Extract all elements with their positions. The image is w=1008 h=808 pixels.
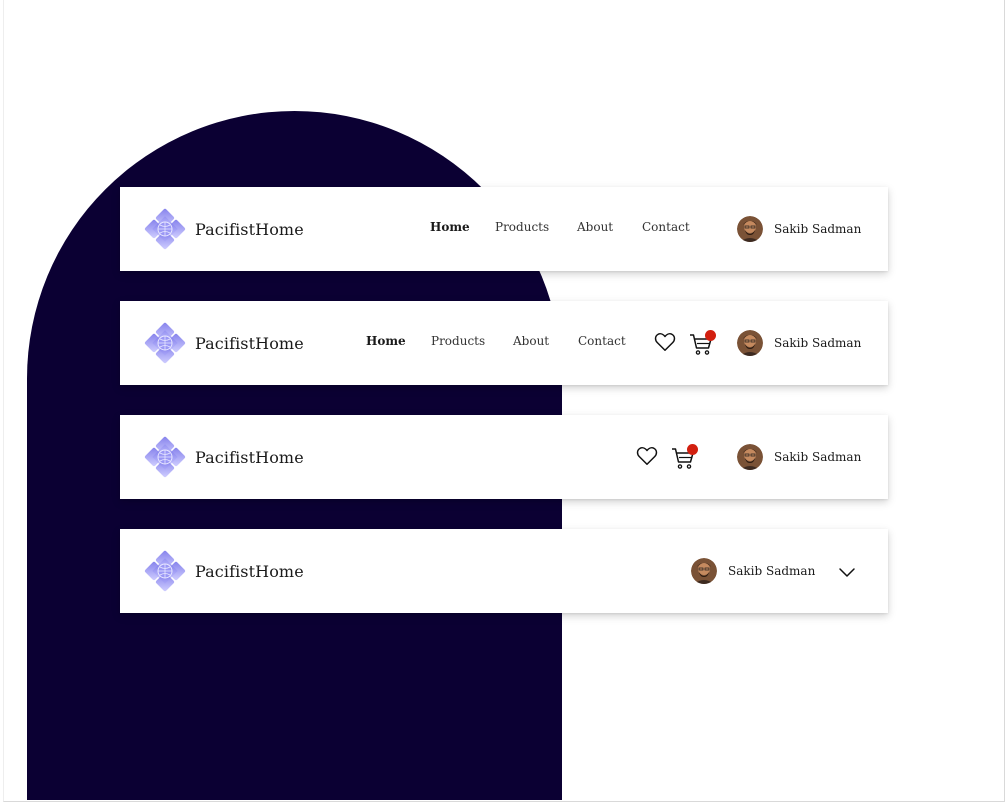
navbar-variant-3: PacifistHome Sakib Sadman	[120, 415, 888, 499]
brand[interactable]: PacifistHome	[144, 436, 304, 478]
user-name: Sakib Sadman	[774, 450, 862, 464]
lotus-logo-icon	[144, 322, 186, 364]
lotus-logo-icon	[144, 436, 186, 478]
cart-badge	[687, 444, 698, 455]
nav-link-about[interactable]: About	[577, 220, 613, 234]
brand[interactable]: PacifistHome	[144, 322, 304, 364]
cart-button[interactable]	[689, 329, 717, 357]
user-name: Sakib Sadman	[774, 222, 862, 236]
heart-icon[interactable]	[654, 331, 676, 353]
brand-name: PacifistHome	[195, 219, 304, 239]
user-name: Sakib Sadman	[728, 564, 816, 578]
lotus-logo-icon	[144, 208, 186, 250]
nav-link-contact[interactable]: Contact	[642, 220, 690, 234]
avatar	[737, 444, 763, 470]
navbar-variant-1: PacifistHome Home Products About Contact…	[120, 187, 888, 271]
nav-link-about[interactable]: About	[513, 334, 549, 348]
brand-name: PacifistHome	[195, 333, 304, 353]
nav-link-home[interactable]: Home	[430, 220, 470, 234]
chevron-down-icon[interactable]	[838, 563, 856, 581]
avatar	[737, 330, 763, 356]
avatar	[691, 558, 717, 584]
user-menu[interactable]: Sakib Sadman	[691, 558, 815, 584]
brand[interactable]: PacifistHome	[144, 550, 304, 592]
nav-link-products[interactable]: Products	[431, 334, 485, 348]
nav-link-home[interactable]: Home	[366, 334, 406, 348]
navbar-variant-2: PacifistHome Home Products About Contact…	[120, 301, 888, 385]
brand[interactable]: PacifistHome	[144, 208, 304, 250]
brand-name: PacifistHome	[195, 447, 304, 467]
nav-link-products[interactable]: Products	[495, 220, 549, 234]
cart-button[interactable]	[671, 443, 699, 471]
nav-link-contact[interactable]: Contact	[578, 334, 626, 348]
brand-name: PacifistHome	[195, 561, 304, 581]
heart-icon[interactable]	[636, 445, 658, 467]
navbar-variant-4: PacifistHome Sakib Sadman	[120, 529, 888, 613]
avatar	[737, 216, 763, 242]
user-menu[interactable]: Sakib Sadman	[737, 444, 861, 470]
user-name: Sakib Sadman	[774, 336, 862, 350]
user-menu[interactable]: Sakib Sadman	[737, 330, 861, 356]
user-menu[interactable]: Sakib Sadman	[737, 216, 861, 242]
cart-badge	[705, 330, 716, 341]
lotus-logo-icon	[144, 550, 186, 592]
